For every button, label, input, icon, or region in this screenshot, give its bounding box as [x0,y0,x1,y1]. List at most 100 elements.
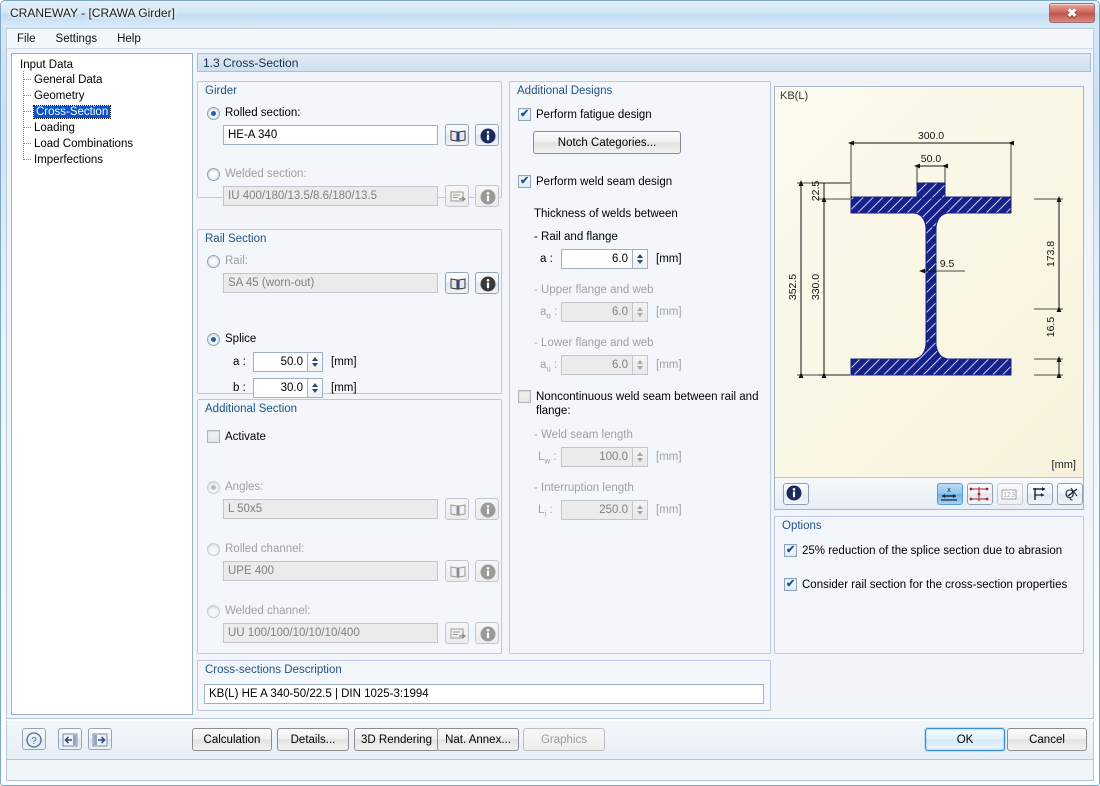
weld-ao-input: 6.0 [561,302,633,322]
girder-group: Girder Rolled section: HE-A 340 Welded s… [197,81,502,207]
sidebar-item-cross-section[interactable]: Cross-Section [18,103,192,122]
rail-info-button[interactable] [475,272,499,294]
drawing-unit-label: [mm] [1051,459,1076,471]
rail-section-group: Rail Section Rail: SA 45 (worn-out) Spli… [197,229,502,398]
splice-a-input[interactable]: 50.0 [253,352,308,372]
details-button[interactable]: Details... [277,728,349,751]
options-caption: Options [782,520,822,532]
menu-file[interactable]: File [7,31,46,47]
tree-label: Load Combinations [34,138,134,150]
lower-flange-web-label: - Lower flange and web [534,337,654,349]
weld-ao-stepper [633,302,648,322]
angles-library-button [445,498,469,520]
splice-b-label: b : [233,382,246,394]
tree-root-input-data[interactable]: Input Data [18,58,192,72]
previous-page-button[interactable] [58,728,82,750]
abrasion-reduction-checkbox[interactable] [784,543,797,557]
rolled-section-label: Rolled section: [225,107,301,119]
svg-text:50.0: 50.0 [921,153,942,165]
sidebar-item-general-data[interactable]: General Data [18,71,192,90]
angles-label: Angles: [225,481,264,493]
axes-icon[interactable] [1027,483,1053,505]
dimension-x-icon[interactable]: x [937,483,963,505]
rolled-channel-library-button [445,560,469,582]
svg-text:16.5: 16.5 [1045,317,1057,338]
weld-a-stepper[interactable] [633,249,648,269]
sidebar-item-imperfections[interactable]: Imperfections [18,151,192,168]
description-input[interactable]: KB(L) HE A 340-50/22.5 | DIN 1025-3:1994 [204,684,764,704]
noncontinuous-weld-checkbox[interactable] [518,390,531,403]
lw-label: Lw : [538,451,557,466]
li-input: 250.0 [561,500,633,520]
rendering-3d-button[interactable]: 3D Rendering [354,728,439,751]
weld-seam-length-label: - Weld seam length [534,429,633,441]
menu-help[interactable]: Help [107,31,151,47]
svg-text:9.5: 9.5 [940,258,955,270]
rail-radio[interactable] [207,255,220,268]
rolled-section-radio[interactable] [207,107,220,120]
svg-text:22.5: 22.5 [810,181,822,202]
sidebar-item-loading[interactable]: Loading [18,119,192,138]
welded-section-info-button [475,185,499,207]
noncontinuous-weld-label: Noncontinuous weld seam between rail and… [536,391,759,417]
splice-b-input[interactable]: 30.0 [253,378,308,398]
nat-annex-button[interactable]: Nat. Annex... [437,728,519,751]
hide-dimensions-icon[interactable]: Q [1057,483,1083,505]
close-button[interactable]: ✖ [1049,3,1095,23]
rail-library-button[interactable] [445,272,469,294]
notch-categories-button[interactable]: Notch Categories... [533,131,681,154]
lw-input: 100.0 [561,447,633,467]
sidebar-item-geometry[interactable]: Geometry [18,87,192,106]
weld-a-input[interactable]: 6.0 [561,249,633,269]
weld-au-label: au : [540,359,558,374]
menu-settings[interactable]: Settings [46,31,108,47]
cancel-button[interactable]: Cancel [1007,728,1087,751]
li-stepper [633,500,648,520]
welded-section-label: Welded section: [225,168,307,180]
client-area: Input Data General Data Geometry Cross-S… [6,48,1094,719]
svg-text:?: ? [31,736,37,747]
sidebar-item-load-combinations[interactable]: Load Combinations [18,135,192,154]
additional-section-caption: Additional Section [205,403,298,415]
graphics-button: Graphics [523,728,605,751]
footer-button-bar: ? Calculation Details... 3D Rendering Na… [6,721,1094,759]
tree-label: Geometry [34,90,85,102]
consider-rail-section-checkbox[interactable] [784,577,797,591]
dimension-grid-icon[interactable] [967,483,993,505]
info-icon[interactable] [783,483,809,505]
splice-a-stepper[interactable] [308,352,323,372]
consider-rail-section-label: Consider rail section for the cross-sect… [802,579,1068,591]
menu-bar: File Settings Help [6,28,1094,48]
splice-b-stepper[interactable] [308,378,323,398]
rolled-channel-label: Rolled channel: [225,543,305,555]
cross-section-drawing[interactable]: KB(L) 300.0 50.0 22.5 352.5 330.0 173.8 … [775,87,1083,477]
rolled-section-input[interactable]: HE-A 340 [223,125,438,145]
options-group: Options 25% reduction of the splice sect… [774,516,1084,654]
application-window: CRANEWAY - [CRAWA Girder] ✖ File Setting… [0,0,1100,786]
splice-label: Splice [225,333,257,345]
rail-section-caption: Rail Section [205,233,267,245]
rolled-section-library-button[interactable] [445,124,469,146]
perform-weld-seam-design-checkbox[interactable] [518,174,531,188]
navigator-panel: Input Data General Data Geometry Cross-S… [11,53,193,715]
splice-a-unit: [mm] [331,356,357,368]
splice-a-label: a : [233,356,246,368]
next-page-button[interactable] [88,728,112,750]
perform-fatigue-design-checkbox[interactable] [518,107,531,121]
lw-unit: [mm] [656,451,682,463]
svg-text:352.5: 352.5 [787,274,799,300]
perform-weld-seam-design-label: Perform weld seam design [536,176,673,188]
weld-a-label: a : [540,253,553,265]
calculation-button[interactable]: Calculation [192,728,272,751]
ok-button[interactable]: OK [925,728,1005,751]
title-bar: CRANEWAY - [CRAWA Girder] ✖ [1,1,1099,27]
help-button[interactable]: ? [22,728,46,750]
cross-sections-description-group: Cross-sections Description KB(L) HE A 34… [197,660,771,711]
welded-section-radio[interactable] [207,168,220,181]
rolled-section-info-button[interactable] [475,124,499,146]
upper-flange-web-label: - Upper flange and web [534,284,654,296]
splice-radio[interactable] [207,333,220,346]
rolled-channel-info-button [475,560,499,582]
activate-checkbox[interactable] [207,430,220,443]
graphics-toolbar: x 123 Q [775,477,1083,509]
